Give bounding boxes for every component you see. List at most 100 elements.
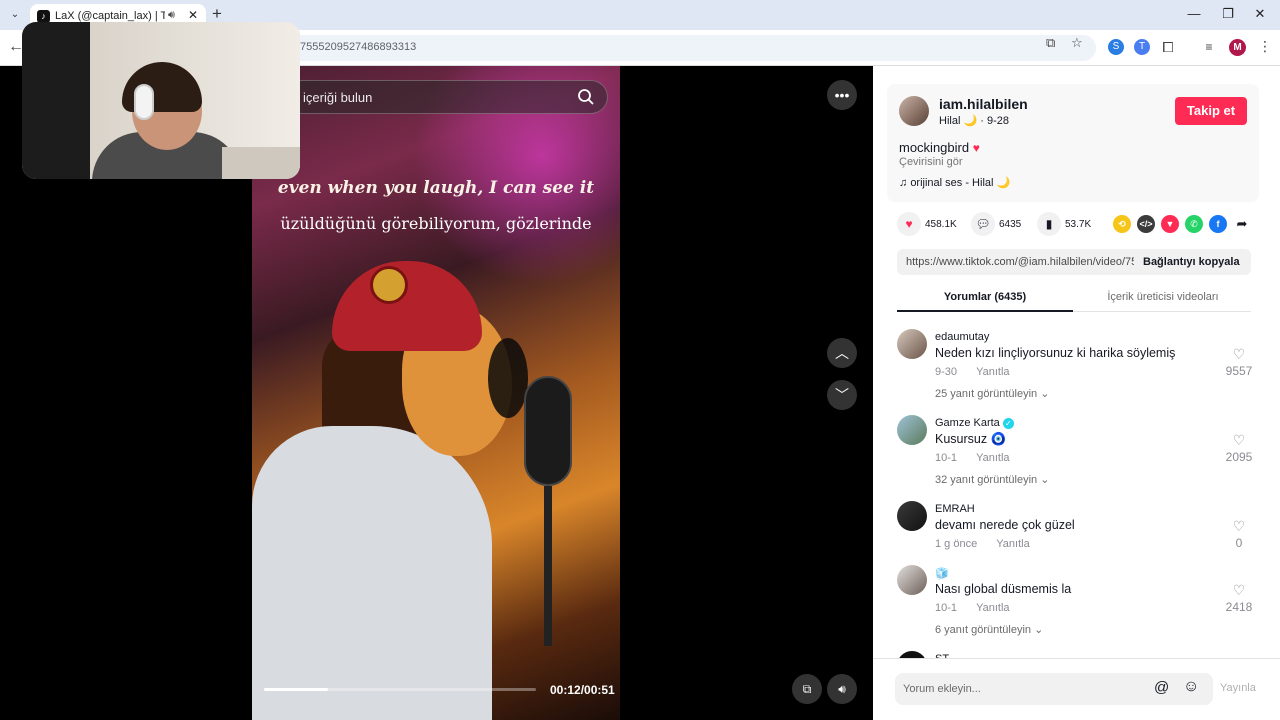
bookmark-icon[interactable]: ▮ <box>1037 212 1061 236</box>
whatsapp-icon[interactable]: ✆ <box>1185 215 1203 233</box>
send-to-friends-icon[interactable]: ▼ <box>1161 215 1179 233</box>
post-date: 9-28 <box>986 115 1009 127</box>
commenter-avatar[interactable] <box>897 651 927 658</box>
translate-extension-icon[interactable]: T <box>1134 39 1150 55</box>
search-placeholder: içeriği bulun <box>303 90 373 105</box>
minimize-icon[interactable]: — <box>1184 6 1204 21</box>
install-app-icon[interactable]: ⧉ <box>1046 35 1055 51</box>
mention-at-icon[interactable]: @ <box>1154 679 1169 696</box>
restore-icon[interactable]: ❐ <box>1218 6 1238 22</box>
speaker-icon[interactable]: 🔊︎ <box>168 9 175 22</box>
video-progress-fill <box>264 688 328 691</box>
music-link[interactable]: ♫ orijinal ses - Hilal 🌙 <box>899 176 1010 189</box>
description-text: mockingbird <box>899 140 970 155</box>
extensions-puzzle-icon[interactable]: ⧠ <box>1160 39 1176 55</box>
video-progress-bar[interactable] <box>264 688 536 691</box>
lyric-english: even when you laugh, I can see it <box>277 178 595 198</box>
comment-list: edaumutay Neden kızı linçliyorsunuz ki h… <box>873 322 1280 658</box>
reply-button[interactable]: Yanıtla <box>976 452 1009 464</box>
pop-filter <box>488 338 528 418</box>
video-red-cap <box>332 261 482 351</box>
view-replies-text: 32 yanıt görüntüleyin <box>935 474 1038 486</box>
see-translation-link[interactable]: Çevirisini gör <box>899 156 963 168</box>
close-tab-icon[interactable]: ✕ <box>188 8 198 22</box>
bookmark-star-icon[interactable]: ☆ <box>1071 35 1083 51</box>
comment-text: Neden kızı linçliyorsunuz ki harika söyl… <box>935 346 1176 360</box>
reply-button[interactable]: Yanıtla <box>976 366 1009 378</box>
url-text: 7555209527486893313 <box>300 41 417 53</box>
author-username[interactable]: iam.hilalbilen <box>939 96 1028 112</box>
comment-like[interactable]: ♡ 2418 <box>1219 582 1259 614</box>
emoji-smile-icon[interactable]: ☺ <box>1183 678 1199 696</box>
heart-outline-icon[interactable]: ♡ <box>1219 518 1259 535</box>
commenter-name[interactable]: edaumutay <box>935 331 989 343</box>
heart-outline-icon[interactable]: ♡ <box>1219 346 1259 363</box>
comment-like[interactable]: ♡ 2095 <box>1219 432 1259 464</box>
commenter-avatar[interactable] <box>897 415 927 445</box>
reply-button[interactable]: Yanıtla <box>996 538 1029 550</box>
share-arrow-icon[interactable]: ➦ <box>1233 215 1251 233</box>
video-player[interactable]: even when you laugh, I can see it üzüldü… <box>252 66 620 720</box>
tab-title: LaX (@captain_lax) | TikTok <box>55 10 165 22</box>
webcam-door <box>22 22 90 179</box>
media-queue-icon[interactable]: ≡ <box>1201 39 1217 55</box>
commenter-avatar[interactable] <box>897 565 927 595</box>
comment-date: 9-30 <box>935 366 958 378</box>
reply-button[interactable]: Yanıtla <box>976 602 1009 614</box>
comment-like-count: 9557 <box>1225 364 1253 378</box>
search-input[interactable]: içeriği bulun <box>268 80 608 114</box>
browser-menu-icon[interactable]: ⋮ <box>1258 38 1272 55</box>
embed-code-icon[interactable]: </> <box>1137 215 1155 233</box>
separator-dot: · <box>980 115 984 127</box>
new-tab-icon[interactable]: + <box>212 4 222 24</box>
verified-badge-icon: ✓ <box>1002 417 1014 429</box>
commenter-name[interactable]: 🧊 <box>935 567 949 580</box>
music-title: orijinal ses - Hilal <box>910 177 994 189</box>
tab-comments[interactable]: Yorumlar (6435) <box>897 291 1073 303</box>
view-replies-link[interactable]: 32 yanıt görüntüleyin ⌄ <box>935 473 1049 486</box>
comment-meta: 9-30 Yanıtla <box>935 366 1010 378</box>
commenter-name[interactable]: EMRAH <box>935 503 975 515</box>
comment-text: Nası global düsmemis la <box>935 582 1072 596</box>
heart-emoji-icon: ♥ <box>972 141 980 155</box>
music-note-icon: ♫ <box>899 177 908 189</box>
active-tab-underline <box>897 310 1073 312</box>
commenter-avatar[interactable] <box>897 501 927 531</box>
repost-icon[interactable]: ⟲ <box>1113 215 1131 233</box>
search-icon[interactable] <box>577 88 595 106</box>
picture-in-picture-icon[interactable]: ⧉ <box>792 674 822 704</box>
extension-blue-icon[interactable]: S <box>1108 39 1124 55</box>
details-panel: iam.hilalbilen Hilal 🌙 · 9-28 Takip et m… <box>873 66 1280 720</box>
view-replies-text: 25 yanıt görüntüleyin <box>935 388 1038 400</box>
comment-like-count: 0 <box>1235 536 1243 550</box>
webcam-desk <box>222 147 300 179</box>
next-video-chevron-down-icon[interactable]: ﹀ <box>827 380 857 410</box>
follow-button[interactable]: Takip et <box>1175 97 1247 125</box>
like-heart-icon[interactable]: ♥ <box>897 212 921 236</box>
view-replies-link[interactable]: 6 yanıt görüntüleyin ⌄ <box>935 623 1043 636</box>
comment-bubble-icon[interactable]: 💬︎ <box>971 212 995 236</box>
heart-outline-icon[interactable]: ♡ <box>1219 432 1259 449</box>
comment-like[interactable]: ♡ 9557 <box>1219 346 1259 378</box>
view-replies-link[interactable]: 25 yanıt görüntüleyin ⌄ <box>935 387 1049 400</box>
mic-stand <box>544 486 552 646</box>
tab-creator-videos[interactable]: İçerik üreticisi videoları <box>1075 291 1251 303</box>
author-avatar[interactable] <box>899 96 929 126</box>
more-options-icon[interactable]: ••• <box>827 80 857 110</box>
copy-link-button[interactable]: Bağlantıyı kopyala <box>1143 256 1240 268</box>
facebook-icon[interactable]: f <box>1209 215 1227 233</box>
chevron-down-icon: ⌄ <box>1040 474 1050 486</box>
post-comment-button[interactable]: Yayınla <box>1220 682 1256 694</box>
commenter-name-line[interactable]: Gamze Karta ✓ <box>935 417 1014 429</box>
volume-icon[interactable]: 🔊︎ <box>827 674 857 704</box>
window-close-icon[interactable]: ✕ <box>1250 6 1270 22</box>
save-count: 53.7K <box>1065 219 1092 230</box>
panel-tabs: Yorumlar (6435) İçerik üreticisi videola… <box>897 284 1251 312</box>
chevron-down-icon: ⌄ <box>1034 624 1044 636</box>
previous-video-chevron-up-icon[interactable]: ︿ <box>827 338 857 368</box>
commenter-avatar[interactable] <box>897 329 927 359</box>
heart-outline-icon[interactable]: ♡ <box>1219 582 1259 599</box>
moon-emoji: 🌙 <box>963 115 978 127</box>
comment-like[interactable]: ♡ 0 <box>1219 518 1259 550</box>
profile-avatar[interactable]: M <box>1229 39 1246 56</box>
